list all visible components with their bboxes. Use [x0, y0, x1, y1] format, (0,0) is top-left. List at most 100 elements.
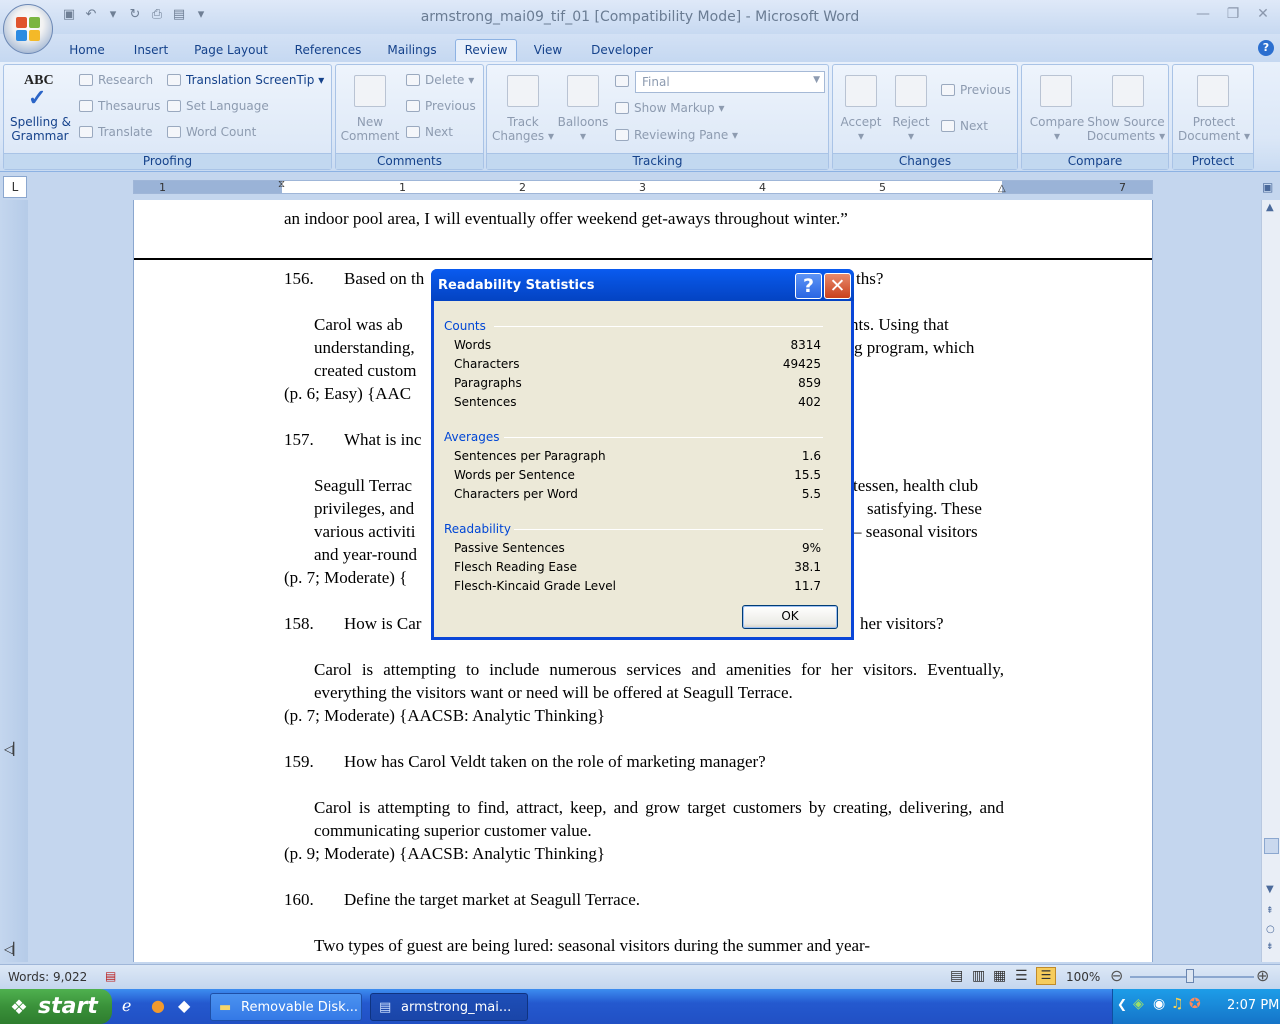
- next-change-button[interactable]: Next: [941, 119, 988, 133]
- group-protect: Protect Document ▾ Protect: [1172, 64, 1254, 170]
- delete-comment-button[interactable]: Delete ▾: [406, 73, 474, 87]
- tray-device-icon[interactable]: ✪: [1189, 996, 1201, 1012]
- tracking-label: Tracking: [487, 153, 828, 169]
- tray-volume-icon[interactable]: ♫: [1171, 996, 1184, 1012]
- dialog-close-button[interactable]: ✕: [824, 273, 851, 299]
- dialog-title-bar[interactable]: Readability Statistics: [431, 269, 854, 301]
- indent-marker-icon[interactable]: ⧖: [278, 179, 285, 190]
- thesaurus-button[interactable]: Thesaurus: [79, 99, 160, 113]
- select-browse-object-icon[interactable]: ○: [1266, 924, 1275, 935]
- status-bar: Words: 9,022 ▤ ▤ ▥ ▦ ☰ ☰ 100% ⊖ ⊕: [0, 964, 1280, 989]
- new-comment-button[interactable]: New Comment: [340, 115, 400, 143]
- office-button[interactable]: [3, 4, 53, 54]
- research-button[interactable]: Research: [79, 73, 153, 87]
- scroll-up-icon[interactable]: ▲: [1266, 202, 1274, 213]
- firefox-icon[interactable]: ●: [151, 996, 165, 1015]
- zoom-out-icon[interactable]: ⊖: [1110, 966, 1123, 985]
- answer-text: and year-round: [314, 545, 418, 564]
- previous-comment-icon: [406, 100, 420, 112]
- reject-button[interactable]: Reject ▾: [887, 115, 935, 143]
- tray-security-icon[interactable]: ◉: [1153, 996, 1165, 1012]
- view-draft-icon[interactable]: ☰: [1036, 967, 1056, 985]
- show-source-documents-button[interactable]: Show Source Documents ▾: [1086, 115, 1166, 143]
- translation-screentip-button[interactable]: Translation ScreenTip ▾: [167, 73, 324, 87]
- view-ruler-icon[interactable]: ▣: [1262, 180, 1273, 194]
- clock[interactable]: 2:07 PM: [1227, 998, 1279, 1013]
- proofing-errors-icon[interactable]: ▤: [105, 969, 116, 983]
- answer-text: satisfying. These: [867, 499, 982, 518]
- view-print-layout-icon[interactable]: ▤: [950, 968, 963, 984]
- accept-button[interactable]: Accept ▾: [835, 115, 887, 143]
- scrollbar-thumb[interactable]: [1264, 838, 1279, 854]
- previous-change-button[interactable]: Previous: [941, 83, 1011, 97]
- zoom-level[interactable]: 100%: [1066, 970, 1100, 984]
- set-language-button[interactable]: Set Language: [167, 99, 269, 113]
- ruler-number: 1: [159, 181, 166, 194]
- group-proofing: ABC ✓ Spelling & Grammar Research Thesauru…: [3, 64, 332, 170]
- tab-mailings[interactable]: Mailings: [380, 40, 444, 62]
- help-icon[interactable]: ?: [1258, 40, 1274, 56]
- reviewing-pane-button[interactable]: Reviewing Pane ▾: [615, 128, 738, 142]
- ribbon-tabs: Home Insert Page Layout References Maili…: [0, 34, 1280, 62]
- tab-view[interactable]: View: [526, 40, 570, 62]
- tab-references[interactable]: References: [286, 40, 370, 62]
- vertical-scrollbar[interactable]: ▲ ▼ ⇞ ○ ⇟: [1261, 200, 1280, 962]
- tab-selector[interactable]: L: [3, 176, 27, 198]
- averages-section-label: Averages: [444, 430, 500, 444]
- previous-page-icon[interactable]: ⇞: [1266, 906, 1274, 916]
- question-text: Based on th: [344, 269, 425, 288]
- group-changes: Accept ▾ Reject ▾ Previous Next Changes: [832, 64, 1018, 170]
- tab-review[interactable]: Review: [455, 39, 517, 61]
- quick-launch-icon[interactable]: ◆: [178, 996, 190, 1015]
- question-number: 156.: [284, 269, 314, 288]
- show-markup-icon: [615, 102, 629, 114]
- track-changes-icon: [507, 75, 539, 107]
- zoom-in-icon[interactable]: ⊕: [1256, 966, 1269, 985]
- answer-text: Carol is attempting to find, attract, ke…: [314, 798, 1004, 840]
- zoom-slider-thumb[interactable]: [1186, 969, 1194, 983]
- track-changes-button[interactable]: Track Changes ▾: [491, 115, 555, 143]
- show-hidden-icons-icon[interactable]: ❮: [1117, 997, 1127, 1011]
- balloons-button[interactable]: Balloons ▾: [553, 115, 613, 143]
- taskbar-item-removable-disk[interactable]: ▬ Removable Disk...: [210, 993, 362, 1021]
- compare-button[interactable]: Compare ▾: [1026, 115, 1088, 143]
- stat-row: Words 8314: [454, 338, 821, 352]
- tray-network-icon[interactable]: ◈: [1133, 996, 1144, 1012]
- dialog-help-button[interactable]: ?: [795, 273, 822, 299]
- view-full-screen-icon[interactable]: ▥: [972, 968, 985, 984]
- start-button[interactable]: ❖ start: [0, 989, 112, 1024]
- ie-icon[interactable]: ℯ: [122, 996, 131, 1015]
- taskbar-item-word[interactable]: ▤ armstrong_mai...: [370, 993, 528, 1021]
- reviewing-pane-icon: [615, 129, 629, 141]
- close-window-icon[interactable]: ✕: [1252, 4, 1274, 24]
- horizontal-ruler[interactable]: 1 1 2 3 4 5 7 ⧖ △: [133, 179, 1153, 194]
- translate-button[interactable]: Translate: [79, 125, 153, 139]
- word-count-button[interactable]: Word Count: [167, 125, 256, 139]
- thesaurus-icon: [79, 100, 93, 112]
- display-for-review-select[interactable]: Final ▼: [635, 71, 825, 93]
- ruler-number: 1: [399, 181, 406, 194]
- question-number: 159.: [284, 752, 314, 771]
- previous-comment-button[interactable]: Previous: [406, 99, 476, 113]
- tab-developer[interactable]: Developer: [584, 40, 660, 62]
- spelling-grammar-button[interactable]: Spelling & Grammar: [10, 115, 71, 143]
- protect-document-button[interactable]: Protect Document ▾: [1175, 115, 1253, 143]
- tab-home[interactable]: Home: [60, 40, 114, 62]
- view-web-layout-icon[interactable]: ▦: [993, 968, 1006, 984]
- next-page-icon[interactable]: ⇟: [1266, 942, 1274, 952]
- ok-button[interactable]: OK: [742, 605, 838, 629]
- right-indent-icon[interactable]: △: [998, 183, 1006, 194]
- tab-page-layout[interactable]: Page Layout: [188, 40, 274, 62]
- tab-insert[interactable]: Insert: [124, 40, 178, 62]
- next-comment-button[interactable]: Next: [406, 125, 453, 139]
- scroll-down-icon[interactable]: ▼: [1266, 884, 1274, 895]
- view-outline-icon[interactable]: ☰: [1015, 968, 1028, 984]
- word-count-status[interactable]: Words: 9,022: [8, 970, 87, 984]
- question-text: her visitors?: [860, 614, 944, 633]
- show-markup-button[interactable]: Show Markup ▾: [615, 101, 724, 115]
- answer-text: tessen, health club: [853, 476, 979, 495]
- protect-label: Protect: [1173, 153, 1253, 169]
- minimize-icon[interactable]: —: [1192, 4, 1214, 24]
- restore-icon[interactable]: ❐: [1222, 4, 1244, 24]
- stat-row: Flesch-Kincaid Grade Level 11.7: [454, 579, 821, 593]
